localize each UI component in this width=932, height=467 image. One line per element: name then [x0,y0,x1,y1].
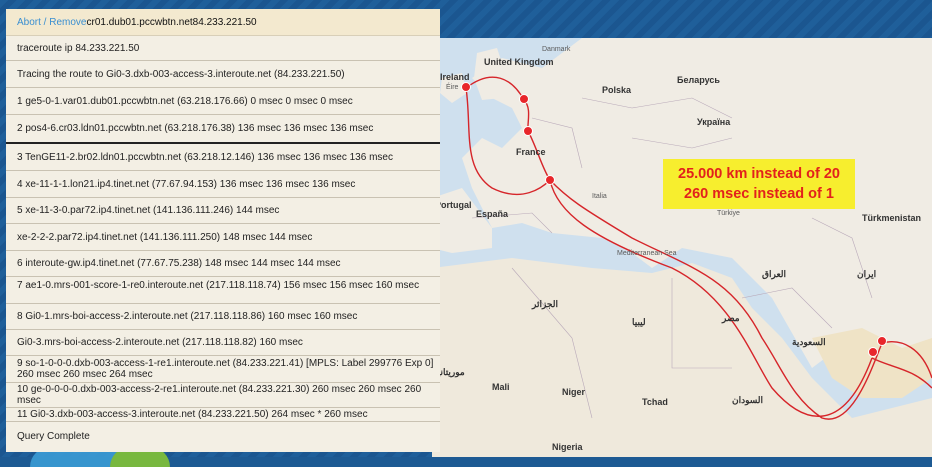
route-node-marseille [545,175,555,185]
map-label-ukraine: Україна [697,117,731,127]
map-label-sudan: السودان [732,395,764,405]
query-complete-status: Query Complete [6,422,440,450]
abort-remove-link[interactable]: Abort / Remove [17,17,86,28]
list-item: 11 Gi0-3.dxb-003-access-3.interoute.net … [6,408,440,422]
list-item: 4 xe-11-1-1.lon21.ip4.tinet.net (77.67.9… [6,171,440,198]
list-item: xe-2-2-2.par72.ip4.tinet.net (141.136.11… [6,224,440,251]
route-node-paris [523,126,533,136]
route-node-dubai-2 [868,347,878,357]
map-label-spain: España [476,209,509,219]
map-label-turkmenistan: Türkmenistan [862,213,922,223]
callout-line-latency: 260 msec instead of 1 [684,186,834,202]
map-label-niger: Niger [562,387,586,397]
map-label-uk: United Kingdom [484,57,554,67]
map-label-ireland: Ireland [440,72,470,82]
map-label-eire: Éire [446,84,459,91]
list-item: 7 ae1-0.mrs-001-score-1-re0.interoute.ne… [6,277,440,304]
list-item: 2 pos4-6.cr03.ldn01.pccwbtn.net (63.218.… [6,115,440,144]
route-node-dublin [461,82,471,92]
map-label-nigeria: Nigeria [552,442,583,452]
map-label-denmark: Danmark [542,46,571,53]
list-item: 10 ge-0-0-0-0.dxb-003-access-2-re1.inter… [6,383,440,408]
route-map: United Kingdom Ireland Éire Danmark Pols… [432,38,932,457]
map-label-poland: Polska [602,85,632,95]
list-item: 1 ge5-0-1.var01.dub01.pccwbtn.net (63.21… [6,88,440,115]
map-label-france: France [516,147,546,157]
map-label-mediterranean: Mediterranean Sea [617,250,677,257]
route-node-london [519,94,529,104]
map-label-mali: Mali [492,382,510,392]
map-label-tchad: Tchad [642,397,668,407]
list-item: traceroute ip 84.233.221.50 [6,36,440,61]
list-item: Gi0-3.mrs-boi-access-2.interoute.net (21… [6,330,440,356]
map-label-iran: ایران [857,269,877,279]
list-item: 9 so-1-0-0-0.dxb-003-access-1-re1.intero… [6,356,440,383]
list-item: 8 Gi0-1.mrs-boi-access-2.interoute.net (… [6,304,440,330]
route-node-dubai-1 [877,336,887,346]
list-item: 5 xe-11-3-0.par72.ip4.tinet.net (141.136… [6,198,440,224]
callout-box: 25.000 km instead of 20 260 msec instead… [663,159,855,209]
map-label-portugal: Portugal [435,200,472,210]
map-label-italy: Italia [592,193,607,200]
map-label-egypt: مصر [722,313,740,323]
list-item: Tracing the route to Gi0-3.dxb-003-acces… [6,61,440,88]
callout-line-distance: 25.000 km instead of 20 [678,166,840,182]
map-label-saudi: السعودية [792,337,826,347]
traceroute-panel: Abort / Remove cr01.dub01.pccwbtn.net84.… [6,9,440,452]
map-graphic [432,38,932,457]
list-item: 6 interoute-gw.ip4.tinet.net (77.67.75.2… [6,251,440,277]
map-label-iraq: العراق [762,269,787,279]
panel-header: Abort / Remove cr01.dub01.pccwbtn.net84.… [6,9,440,36]
map-label-belarus: Беларусь [677,75,720,85]
router-name: cr01.dub01.pccwbtn.net84.233.221.50 [86,16,257,28]
map-label-turkey: Türkiye [717,210,740,217]
map-label-algeria: الجزائر [532,299,558,309]
map-label-libya: ليبيا [632,317,646,327]
list-item: 3 TenGE11-2.br02.ldn01.pccwbtn.net (63.2… [6,144,440,171]
